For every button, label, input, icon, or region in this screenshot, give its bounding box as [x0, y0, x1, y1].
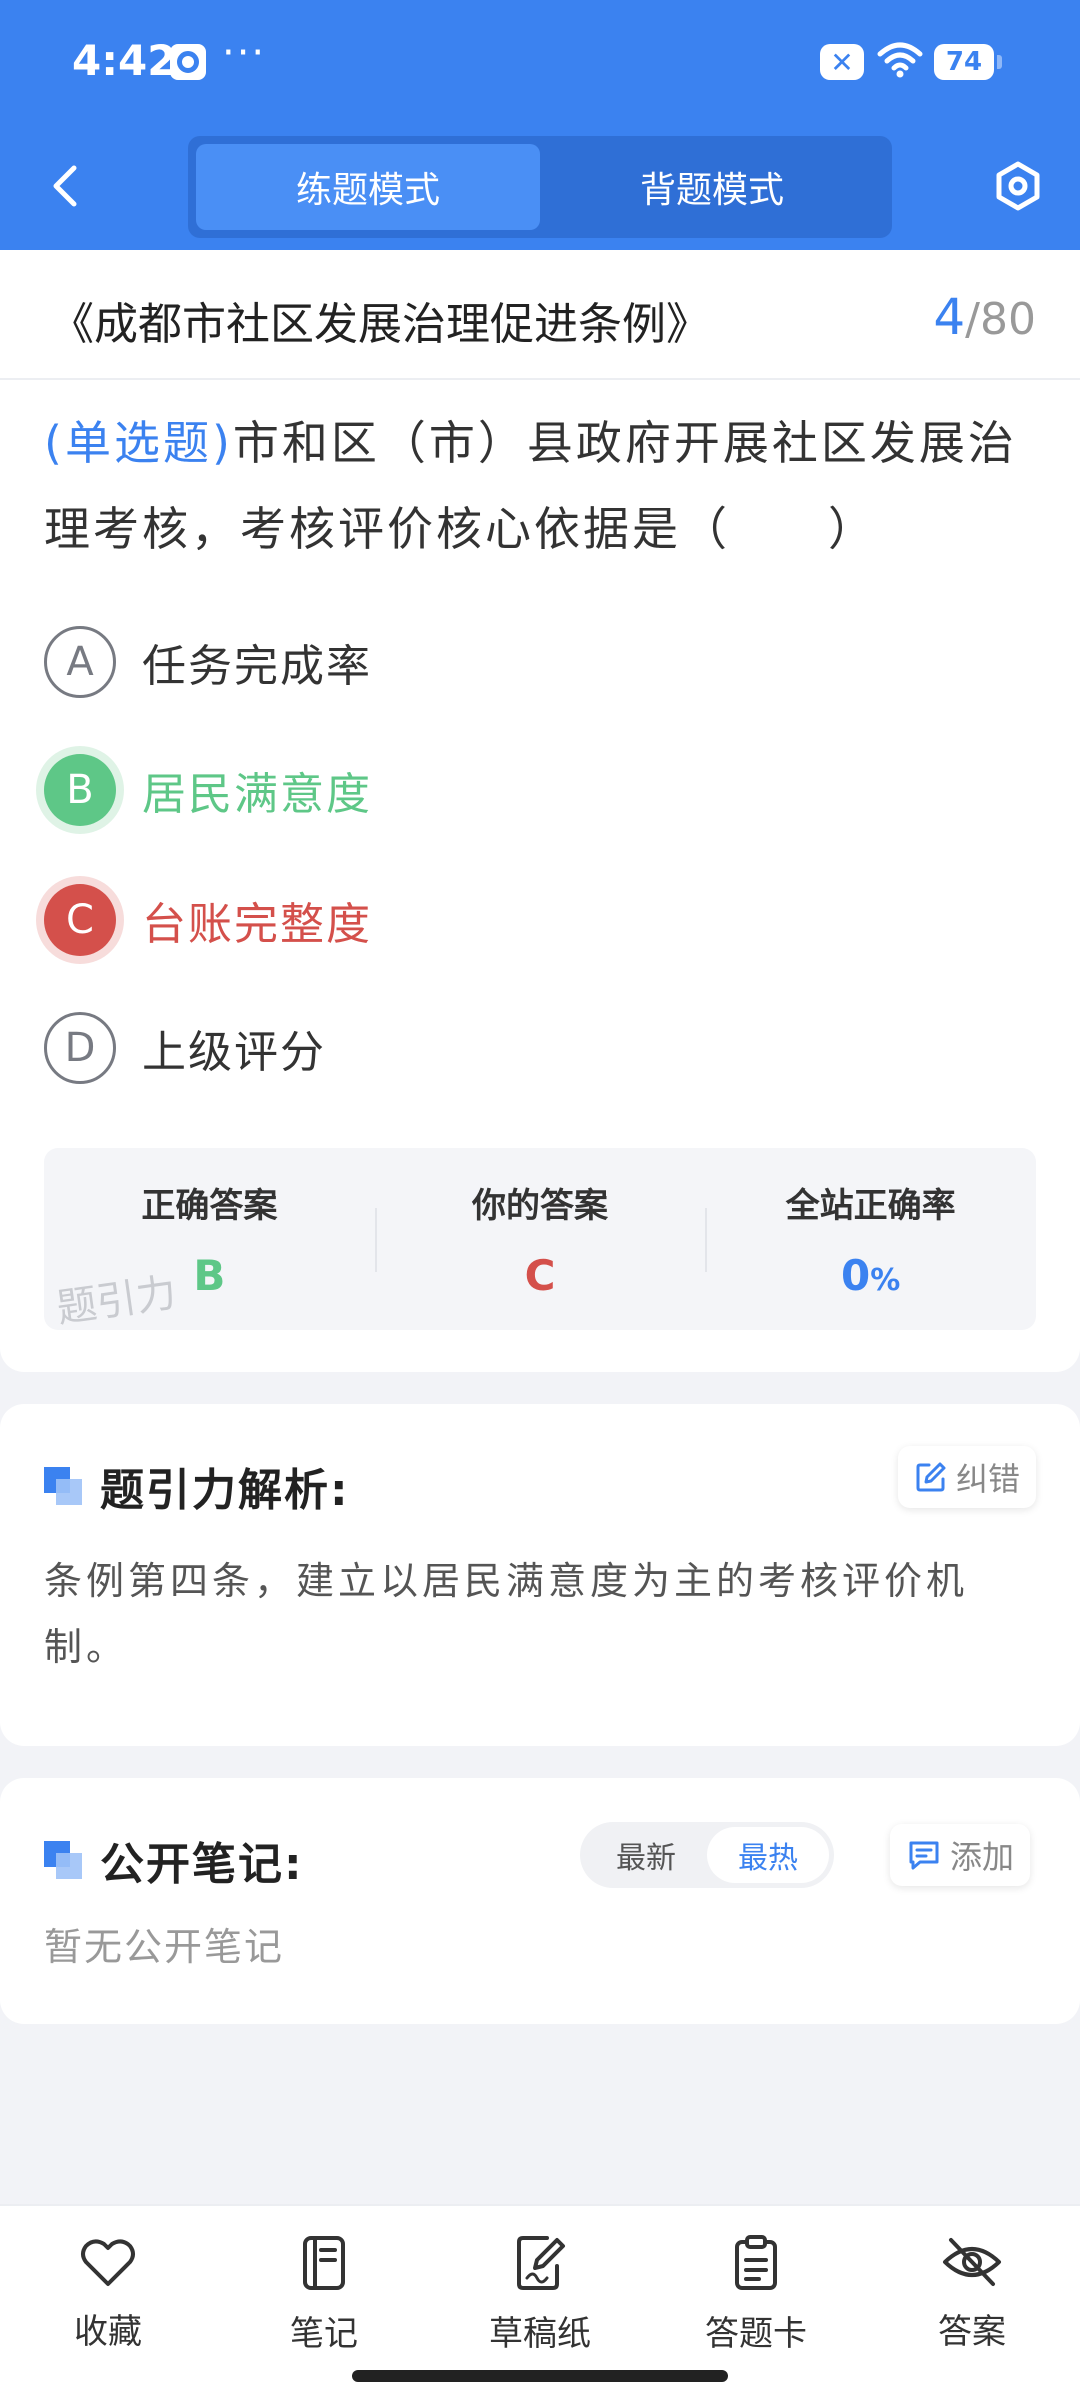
tab-memorize-mode[interactable]: 背题模式: [540, 144, 884, 230]
your-answer-label: 你的答案: [472, 1186, 608, 1226]
option-c[interactable]: C 台账完整度: [44, 880, 372, 960]
answer-sheet-icon: [735, 2235, 777, 2290]
option-a[interactable]: A 任务完成率: [44, 622, 372, 702]
option-letter: A: [44, 626, 116, 698]
add-note-label: 添加: [950, 1838, 1015, 1876]
option-text: 台账完整度: [142, 899, 372, 950]
divider: [0, 378, 1080, 380]
question-progress[interactable]: 4/80: [933, 288, 1036, 346]
notes-sort-toggle: 最新 最热: [580, 1822, 834, 1888]
show-answer-label: 答案: [938, 2312, 1006, 2352]
sort-hottest[interactable]: 最热: [707, 1827, 829, 1883]
analysis-header: 题引力解析:: [44, 1454, 350, 1518]
app-notification-icon: [170, 44, 206, 80]
question-card: 《成都市社区发展治理促进条例》 4/80 (单选题)市和区（市）县政府开展社区发…: [0, 250, 1080, 1372]
edit-icon: [916, 1462, 946, 1492]
correct-answer-label: 正确答案: [141, 1186, 278, 1226]
eye-off-icon: [943, 2238, 1001, 2286]
add-note-button[interactable]: 添加: [890, 1824, 1031, 1886]
option-d[interactable]: D 上级评分: [44, 1008, 326, 1088]
question-stem: (单选题)市和区（市）县政府开展社区发展治理考核，考核评价核心依据是（ ）: [44, 400, 1044, 572]
option-letter: B: [44, 754, 116, 826]
correct-answer-value: B: [193, 1251, 226, 1300]
status-bar: 4:42 ··· ✕ 74: [0, 0, 1080, 126]
analysis-card: 题引力解析: 纠错 条例第四条，建立以居民满意度为主的考核评价机制。: [0, 1404, 1080, 1746]
accuracy-rate-col: 全站正确率 0%: [705, 1148, 1036, 1330]
draft-icon: [517, 2236, 565, 2290]
progress-total: 80: [980, 294, 1036, 345]
sort-latest[interactable]: 最新: [585, 1827, 707, 1883]
accuracy-rate-unit: %: [870, 1263, 901, 1298]
more-notifications-indicator: ···: [222, 30, 267, 76]
sim-disabled-icon: ✕: [820, 44, 864, 80]
option-letter: C: [44, 884, 116, 956]
tab-practice-mode[interactable]: 练题模式: [196, 144, 540, 230]
watermark: 题引力: [53, 1269, 180, 1333]
report-error-label: 纠错: [956, 1460, 1021, 1498]
draft-paper-label: 草稿纸: [489, 2314, 591, 2354]
analysis-title: 题引力解析:: [100, 1465, 350, 1516]
wifi-icon: [876, 40, 924, 84]
option-text: 上级评分: [142, 1027, 326, 1078]
option-b[interactable]: B 居民满意度: [44, 750, 372, 830]
your-answer-value: C: [524, 1251, 556, 1300]
accuracy-rate-value: 0%: [841, 1251, 900, 1300]
notes-title: 公开笔记:: [100, 1839, 304, 1890]
notebook-icon: [303, 2236, 345, 2290]
chevron-left-icon: [53, 165, 77, 207]
section-squares-icon: [44, 1841, 82, 1879]
top-header: 4:42 ··· ✕ 74 练题模式 背题模式: [0, 0, 1080, 250]
home-indicator[interactable]: [352, 2370, 728, 2382]
answer-summary: 正确答案 B 题引力 你的答案 C 全站正确率 0%: [44, 1148, 1036, 1332]
favorite-button[interactable]: 收藏: [0, 2206, 216, 2400]
notes-header: 公开笔记:: [44, 1828, 304, 1892]
accuracy-rate-number: 0: [841, 1251, 871, 1300]
section-squares-icon: [44, 1467, 82, 1505]
battery-indicator: 74: [934, 44, 1002, 80]
your-answer-col: 你的答案 C: [374, 1148, 706, 1330]
show-answer-button[interactable]: 答案: [864, 2206, 1080, 2400]
progress-separator: /: [965, 294, 980, 345]
progress-current: 4: [933, 288, 966, 346]
correct-answer-col: 正确答案 B 题引力: [44, 1148, 375, 1332]
settings-icon: [996, 161, 1040, 211]
notes-label: 笔记: [290, 2314, 358, 2354]
analysis-text: 条例第四条，建立以居民满意度为主的考核评价机制。: [44, 1559, 969, 1669]
document-title: 《成都市社区发展治理促进条例》: [50, 299, 710, 350]
back-button[interactable]: [40, 156, 90, 216]
mode-switch: 练题模式 背题模式: [188, 136, 892, 238]
empty-notes-text: 暂无公开笔记: [44, 1925, 285, 1969]
favorite-label: 收藏: [74, 2312, 142, 2352]
question-type: (单选题): [44, 416, 233, 470]
option-text: 居民满意度: [142, 769, 372, 820]
status-time: 4:42: [72, 36, 177, 85]
nav-bar: 练题模式 背题模式: [0, 126, 1080, 250]
answer-sheet-label: 答题卡: [705, 2314, 807, 2354]
heart-icon: [81, 2239, 135, 2286]
report-error-button[interactable]: 纠错: [898, 1446, 1037, 1508]
public-notes-card: 公开笔记: 最新 最热 添加 暂无公开笔记: [0, 1778, 1080, 2024]
accuracy-rate-label: 全站正确率: [785, 1186, 956, 1226]
option-letter: D: [44, 1012, 116, 1084]
comment-icon: [909, 1841, 939, 1870]
settings-button[interactable]: [986, 154, 1050, 218]
option-text: 任务完成率: [142, 641, 372, 692]
